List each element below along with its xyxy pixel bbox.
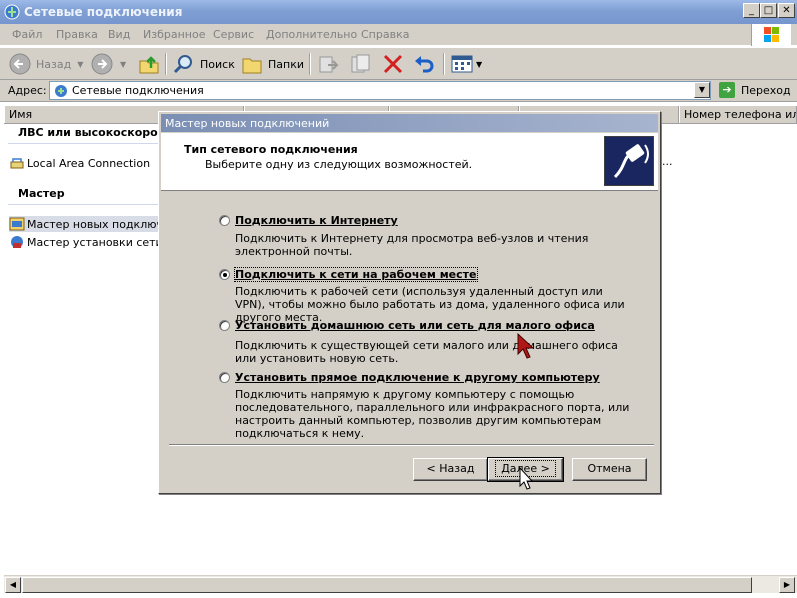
dialog-header: Тип сетевого подключения Выберите одну и… — [161, 133, 658, 191]
network-setup-wizard-label: Мастер установки сети — [27, 235, 163, 249]
option-workplace-title[interactable]: Подключить к сети на рабочем месте — [234, 267, 478, 282]
forward-button[interactable]: ▼ — [90, 52, 126, 76]
undo-icon — [415, 56, 434, 73]
address-label: Адрес: — [8, 84, 47, 97]
views-button[interactable]: ▼ — [450, 52, 482, 76]
copy-to-icon — [351, 54, 370, 73]
group-divider — [8, 143, 163, 144]
minimize-button[interactable]: _ — [743, 3, 760, 18]
toolbar: Назад ▼ ▼ Поиск Папки ▼ — [0, 47, 797, 80]
menu-bar: Файл Правка Вид Избранное Сервис Дополни… — [0, 24, 797, 46]
maximize-button[interactable]: □ — [760, 3, 777, 18]
option-home-network-desc: Подключить к существующей сети малого ил… — [235, 339, 618, 365]
move-to-button[interactable] — [316, 52, 340, 76]
window-title: Сетевые подключения — [24, 5, 183, 19]
go-arrow-icon: ➔ — [719, 82, 735, 98]
new-connection-wizard-label: Мастер новых подключе — [27, 217, 170, 231]
network-setup-wizard-icon — [11, 236, 23, 248]
list-item-lan[interactable]: Local Area Connection — [9, 155, 150, 171]
red-pointer-cursor-icon — [517, 332, 535, 359]
lan-connection-label: Local Area Connection — [27, 156, 151, 170]
address-dropdown-button[interactable]: ▼ — [694, 82, 710, 98]
option-home-network-title[interactable]: Установить домашнюю сеть или сеть для ма… — [235, 319, 595, 332]
search-label: Поиск — [200, 57, 235, 71]
windows-logo-icon — [751, 24, 791, 46]
views-grid-icon — [451, 55, 473, 73]
radio-workplace[interactable] — [219, 269, 230, 280]
menu-view[interactable]: Вид — [108, 28, 130, 41]
option-direct-title[interactable]: Установить прямое подключение к другому … — [235, 371, 600, 384]
menu-edit[interactable]: Правка — [56, 28, 98, 41]
cancel-label: Отмена — [587, 462, 632, 475]
up-folder-button[interactable] — [137, 52, 161, 76]
cancel-button[interactable]: Отмена — [572, 458, 647, 481]
folders-button[interactable]: Папки — [240, 52, 304, 76]
scroll-thumb[interactable] — [22, 577, 752, 593]
address-bar: Адрес: Сетевые подключения ▼ ➔ Переход — [0, 80, 797, 102]
delete-x-icon — [383, 54, 403, 74]
back-wizard-button[interactable]: < Назад — [413, 458, 488, 481]
address-input[interactable]: Сетевые подключения — [49, 81, 711, 100]
folders-icon — [242, 58, 262, 74]
scroll-left-button[interactable]: ◀ — [5, 577, 21, 593]
menu-tools[interactable]: Сервис — [213, 28, 254, 41]
horizontal-scrollbar[interactable]: ◀ ▶ — [4, 575, 797, 593]
go-button[interactable]: ➔ Переход — [719, 82, 791, 98]
scroll-right-button[interactable]: ▶ — [779, 577, 795, 593]
address-value: Сетевые подключения — [72, 84, 204, 97]
title-bar[interactable]: Сетевые подключения _ □ ✕ — [0, 0, 797, 24]
network-plug-icon — [604, 136, 654, 186]
close-button[interactable]: ✕ — [778, 3, 795, 18]
option-internet-desc: Подключить к Интернету для просмотра веб… — [235, 232, 589, 258]
group-divider-2 — [8, 204, 163, 205]
new-connection-wizard-dialog: Мастер новых подключений Тип сетевого по… — [158, 111, 661, 494]
list-item-network-setup-wizard[interactable]: Мастер установки сети — [9, 234, 163, 250]
forward-arrow-icon — [91, 53, 113, 75]
dialog-header-title: Тип сетевого подключения — [184, 143, 358, 156]
go-label: Переход — [741, 83, 791, 97]
radio-internet[interactable] — [219, 215, 230, 226]
lan-ellipsis: ... — [662, 155, 673, 168]
menu-favorites[interactable]: Избранное — [143, 28, 205, 41]
undo-button[interactable] — [412, 52, 436, 76]
option-internet-title[interactable]: Подключить к Интернету — [235, 214, 398, 227]
back-wizard-label: < Назад — [426, 462, 475, 475]
radio-direct[interactable] — [219, 372, 230, 383]
back-button[interactable]: Назад ▼ — [8, 52, 83, 76]
folders-label: Папки — [268, 57, 304, 71]
network-connections-icon — [55, 85, 67, 97]
search-button[interactable]: Поиск — [172, 52, 235, 76]
list-item-new-connection-wizard[interactable]: Мастер новых подключе — [9, 216, 170, 232]
new-connection-wizard-icon — [9, 217, 25, 231]
group-wizard: Мастер — [18, 187, 65, 200]
dialog-header-subtitle: Выберите одну из следующих возможностей. — [205, 158, 473, 171]
back-arrow-icon — [9, 53, 31, 75]
menu-help[interactable]: Справка — [361, 28, 409, 41]
radio-home-network[interactable] — [219, 320, 230, 331]
menu-advanced[interactable]: Дополнительно — [266, 28, 357, 41]
column-phone[interactable]: Номер телефона или а — [679, 106, 797, 123]
copy-to-button[interactable] — [348, 52, 372, 76]
up-folder-icon — [139, 56, 159, 74]
search-icon — [173, 55, 192, 74]
option-direct-desc: Подключить напрямую к другому компьютеру… — [235, 388, 630, 440]
dialog-title[interactable]: Мастер новых подключений — [161, 114, 658, 132]
move-to-icon — [319, 56, 339, 73]
delete-button[interactable] — [381, 52, 405, 76]
lan-connection-icon — [10, 158, 24, 169]
back-label: Назад — [36, 57, 72, 71]
menu-file[interactable]: Файл — [12, 28, 42, 41]
mouse-pointer-cursor-icon — [519, 466, 534, 490]
group-lan: ЛВС или высокоскорост — [18, 126, 171, 139]
dialog-separator — [169, 444, 654, 446]
network-folder-icon — [4, 4, 20, 20]
